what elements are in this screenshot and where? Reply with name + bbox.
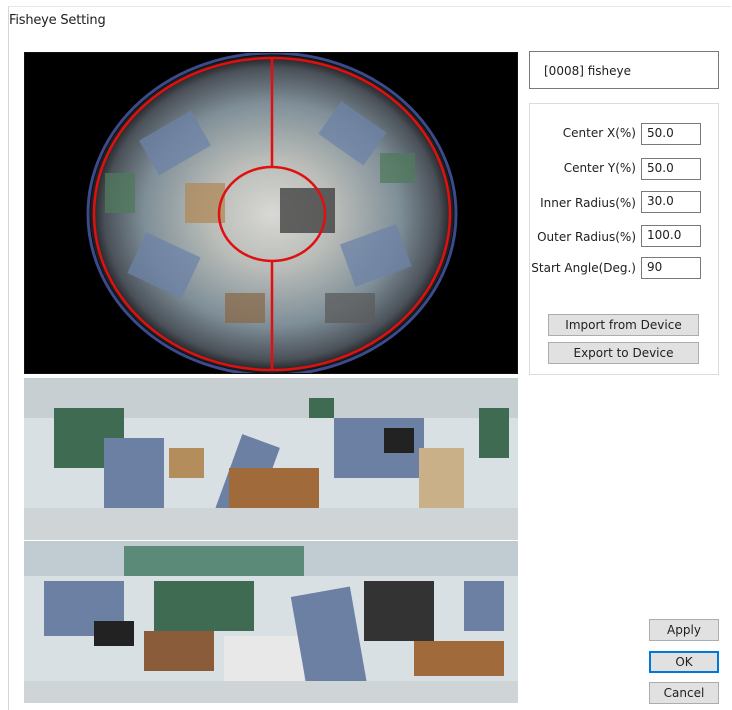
settings-panel: Center X(%) 50.0 Center Y(%) 50.0 Inner … <box>529 103 719 375</box>
center-y-input[interactable]: 50.0 <box>641 158 701 180</box>
center-x-label: Center X(%) <box>562 126 636 140</box>
panorama-view-top <box>24 378 518 540</box>
outer-radius-input[interactable]: 100.0 <box>641 225 701 247</box>
start-angle-label: Start Angle(Deg.) <box>531 261 636 275</box>
export-to-device-button[interactable]: Export to Device <box>548 342 699 364</box>
window-title: Fisheye Setting <box>9 13 106 28</box>
center-y-label: Center Y(%) <box>563 161 636 175</box>
device-label: [0008] fisheye <box>529 51 719 89</box>
outer-radius-label: Outer Radius(%) <box>537 230 636 244</box>
fisheye-source-view[interactable] <box>24 52 518 374</box>
apply-button[interactable]: Apply <box>649 619 719 641</box>
import-from-device-button[interactable]: Import from Device <box>548 314 699 336</box>
ok-button[interactable]: OK <box>649 651 719 673</box>
cancel-button[interactable]: Cancel <box>649 682 719 704</box>
center-x-input[interactable]: 50.0 <box>641 123 701 145</box>
panorama-view-bottom <box>24 541 518 703</box>
inner-radius-label: Inner Radius(%) <box>540 196 636 210</box>
inner-radius-input[interactable]: 30.0 <box>641 191 701 213</box>
start-angle-input[interactable]: 90 <box>641 257 701 279</box>
